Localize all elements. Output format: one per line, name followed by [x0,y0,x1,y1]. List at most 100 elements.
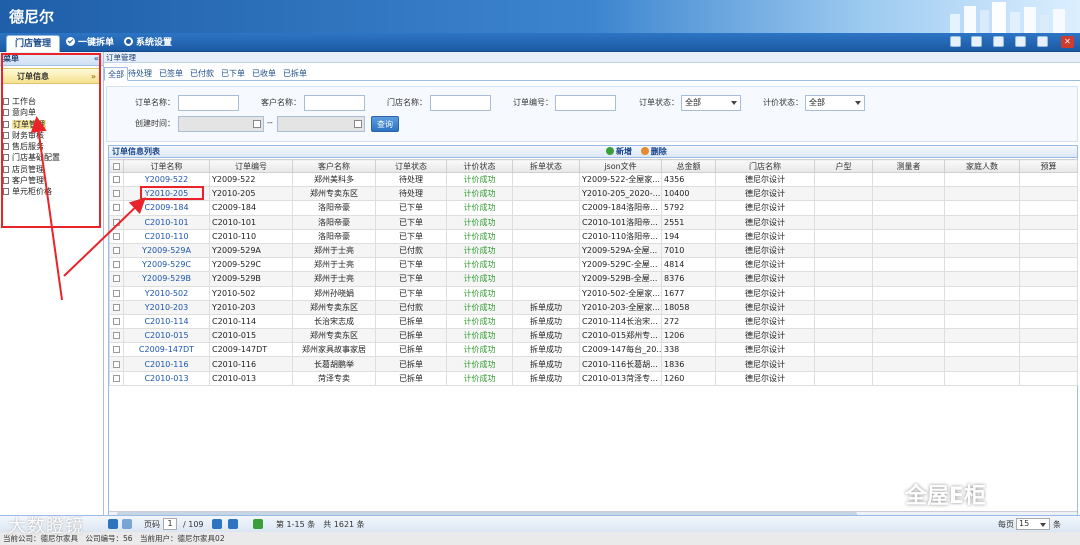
row-checkbox[interactable] [113,360,120,368]
order-name-link[interactable]: Y2010-203 [123,299,210,315]
delete-button[interactable]: 删除 [635,147,667,156]
column-header[interactable]: 客户名称 [292,159,376,173]
tab-store-management[interactable]: 门店管理 [6,35,61,52]
status-tab-1[interactable]: 待处理 [125,67,155,81]
row-checkbox-cell[interactable] [109,342,124,358]
column-header[interactable]: 户型 [814,159,873,173]
table-row[interactable]: C2010-101 C2010-101 洛阳帝豪 已下单 计价成功 C2010-101洛阳… [109,214,1078,230]
table-row[interactable]: C2009-184 C2009-184 洛阳帝豪 已下单 计价成功 C2009-184洛阳… [109,200,1078,216]
order-name-link[interactable]: C2010-101 [123,214,210,230]
sidebar-item[interactable]: 店员管理 [0,164,103,175]
row-checkbox[interactable] [113,332,120,340]
row-checkbox[interactable] [113,289,120,297]
row-checkbox[interactable] [113,275,120,283]
last-page-icon[interactable] [228,519,238,529]
table-row[interactable]: Y2010-502 Y2010-502 郑州孙晓娟 已下单 计价成功 Y2010-502-… [109,285,1078,301]
order-name-link[interactable]: C2009-147DT [123,342,210,358]
row-checkbox-cell[interactable] [109,171,124,188]
row-checkbox-cell[interactable] [109,285,124,301]
order-name-input[interactable] [178,95,239,111]
column-header[interactable]: 家庭人数 [944,159,1020,173]
order-name-link[interactable]: Y2009-529B [123,271,210,287]
order-name-link[interactable]: C2009-184 [123,200,210,216]
order-name-link[interactable]: C2010-116 [123,356,210,372]
first-page-icon[interactable] [108,519,118,529]
home-icon[interactable] [949,36,961,47]
row-checkbox[interactable] [113,190,120,198]
order-name-link[interactable]: Y2009-522 [123,171,210,188]
column-header[interactable]: 预算 [1019,159,1078,173]
price-status-select[interactable]: 全部 [805,95,865,111]
row-checkbox-cell[interactable] [109,242,124,259]
tab-one-click-split[interactable]: 一键拆单 [58,35,122,52]
table-row[interactable]: Y2009-522 Y2009-522 郑州美科多 待处理 计价成功 Y2009-522-… [109,171,1078,188]
settings-icon[interactable] [1015,36,1027,47]
row-checkbox-cell[interactable] [109,228,124,244]
order-name-link[interactable]: C2010-114 [123,313,210,330]
sidebar-item[interactable]: 门店基础配置 [0,152,103,163]
sidebar-item[interactable]: 财务审核 [0,130,103,141]
order-name-link[interactable]: Y2010-205 [123,186,210,202]
status-tab-5[interactable]: 已收单 [249,67,279,81]
created-time-start[interactable] [178,116,264,132]
row-checkbox[interactable] [113,232,120,240]
table-row[interactable]: C2010-110 C2010-110 洛阳帝豪 已下单 计价成功 C2010-110洛阳… [109,228,1078,244]
sidebar-item[interactable]: 售后服务 [0,141,103,152]
calendar-icon[interactable] [971,36,983,47]
order-name-link[interactable]: C2010-015 [123,328,210,344]
row-checkbox[interactable] [113,374,120,382]
store-name-input[interactable] [430,95,491,111]
status-tab-6[interactable]: 已拆单 [280,67,310,81]
table-row[interactable]: Y2009-529B Y2009-529B 郑州于士亮 已下单 计价成功 Y2009-52… [109,271,1078,287]
status-tab-2[interactable]: 已签单 [156,67,186,81]
column-header[interactable]: 拆单状态 [512,159,580,173]
order-name-link[interactable]: C2010-013 [123,370,210,386]
created-time-end[interactable] [277,116,365,132]
table-row[interactable]: Y2009-529C Y2009-529C 郑州于士亮 已下单 计价成功 Y2009-52… [109,257,1078,273]
calendar-icon[interactable] [253,120,261,128]
sidebar-group-order-info[interactable]: 订单信息 » [2,68,101,84]
page-size-select[interactable]: 15 [1016,518,1050,530]
sidebar-item[interactable]: 订单管理 [0,119,103,130]
collapse-icon[interactable]: « [94,52,99,66]
sidebar-item[interactable]: 单元柜价格 [0,186,103,197]
row-checkbox-cell[interactable] [109,271,124,287]
table-row[interactable]: C2009-147DT C2009-147DT 郑州家具故事家居 已拆单 计价成功 拆单成… [109,342,1078,358]
tab-system-settings[interactable]: 系统设置 [116,35,180,52]
row-checkbox-cell[interactable] [109,328,124,344]
column-header[interactable]: 订单名称 [123,159,210,173]
sidebar-item[interactable]: 工作台 [0,96,103,107]
row-checkbox[interactable] [113,176,120,184]
table-row[interactable]: C2010-116 C2010-116 长葛胡鹏举 已拆单 计价成功 拆单成功 C2010-… [109,356,1078,372]
row-checkbox-cell[interactable] [109,257,124,273]
row-checkbox-cell[interactable] [109,370,124,386]
refresh-icon[interactable] [253,519,263,529]
order-name-link[interactable]: Y2009-529A [123,242,210,259]
select-all-header[interactable] [109,159,124,173]
row-checkbox-cell[interactable] [109,356,124,372]
column-header[interactable]: 订单状态 [375,159,447,173]
chevron-up-icon[interactable]: » [91,69,96,85]
table-row[interactable]: C2010-015 C2010-015 郑州专卖东区 已拆单 计价成功 拆单成功 C2010… [109,328,1078,344]
table-row[interactable]: Y2009-529A Y2009-529A 郑州于士亮 已付款 计价成功 Y2009-52… [109,242,1078,259]
order-name-link[interactable]: C2010-110 [123,228,210,244]
order-status-select[interactable]: 全部 [681,95,741,111]
order-name-link[interactable]: Y2010-502 [123,285,210,301]
column-header[interactable]: 门店名称 [715,159,815,173]
row-checkbox[interactable] [113,204,120,212]
query-button[interactable]: 查询 [371,116,399,132]
column-header[interactable]: json文件 [579,159,662,173]
page-number-input[interactable]: 1 [163,518,177,530]
add-button[interactable]: 新增 [606,147,632,156]
table-row[interactable]: C2010-013 C2010-013 菏泽专卖 已拆单 计价成功 拆单成功 C2010-0… [109,370,1078,386]
table-row[interactable]: C2010-114 C2010-114 长治宋志成 已拆单 计价成功 拆单成功 C2010-… [109,313,1078,330]
help-icon[interactable] [1037,36,1048,47]
row-checkbox[interactable] [113,261,120,269]
column-header[interactable]: 总金额 [661,159,716,173]
sidebar-item[interactable]: 意向单 [0,107,103,118]
status-tab-4[interactable]: 已下单 [218,67,248,81]
status-tab-3[interactable]: 已付款 [187,67,217,81]
row-checkbox-cell[interactable] [109,313,124,330]
row-checkbox-cell[interactable] [109,186,124,202]
table-row[interactable]: Y2010-203 Y2010-203 郑州专卖东区 已付款 计价成功 拆单成功 Y2010… [109,299,1078,315]
